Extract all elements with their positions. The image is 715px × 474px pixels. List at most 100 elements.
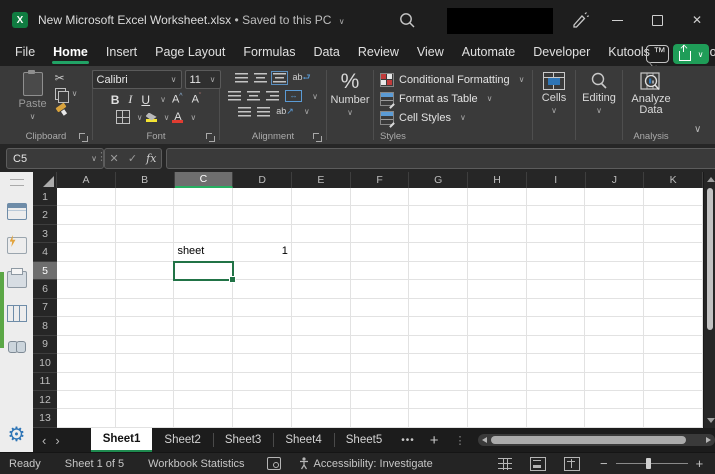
cell-a3[interactable] bbox=[57, 225, 116, 243]
cell-i9[interactable] bbox=[527, 336, 586, 354]
cell-b7[interactable] bbox=[116, 299, 175, 317]
horizontal-scrollbar[interactable] bbox=[478, 434, 715, 446]
cell-d3[interactable] bbox=[233, 225, 292, 243]
cell-f2[interactable] bbox=[351, 206, 410, 224]
cell-e7[interactable] bbox=[292, 299, 351, 317]
cell-j4[interactable] bbox=[585, 243, 644, 261]
cell-d12[interactable] bbox=[233, 391, 292, 409]
cell-i11[interactable] bbox=[527, 373, 586, 391]
scroll-down-icon[interactable] bbox=[707, 418, 715, 423]
zoom-in-icon[interactable]: + bbox=[696, 457, 704, 470]
cell-g1[interactable] bbox=[409, 188, 468, 206]
zoom-slider-handle[interactable] bbox=[646, 458, 651, 469]
bold-button[interactable]: B bbox=[108, 93, 123, 107]
alignment-dialog-launcher-icon[interactable] bbox=[313, 133, 322, 142]
minimize-button[interactable] bbox=[600, 0, 634, 40]
cell-c12[interactable] bbox=[174, 391, 233, 409]
increase-indent-icon[interactable] bbox=[257, 107, 270, 117]
cell-g10[interactable] bbox=[409, 354, 468, 372]
row-header-9[interactable]: 9 bbox=[33, 336, 57, 354]
zoom-slider[interactable] bbox=[616, 463, 688, 464]
grow-font-button[interactable]: A^ bbox=[169, 93, 186, 106]
row-header-13[interactable]: 13 bbox=[33, 409, 57, 427]
cell-a7[interactable] bbox=[57, 299, 116, 317]
document-title[interactable]: New Microsoft Excel Worksheet.xlsx • Sav… bbox=[38, 13, 345, 27]
sheet-tab-sheet4[interactable]: Sheet4 bbox=[273, 428, 333, 452]
formula-input[interactable] bbox=[166, 148, 715, 169]
font-color-chevron-icon[interactable]: ∨ bbox=[190, 113, 196, 122]
shrink-font-button[interactable]: Aˇ bbox=[189, 93, 205, 106]
font-dialog-launcher-icon[interactable] bbox=[206, 133, 215, 142]
cell-g3[interactable] bbox=[409, 225, 468, 243]
cell-j12[interactable] bbox=[585, 391, 644, 409]
maximize-button[interactable] bbox=[640, 0, 674, 40]
menu-tab-review[interactable]: Review bbox=[349, 41, 408, 65]
cell-g2[interactable] bbox=[409, 206, 468, 224]
orientation-chevron-icon[interactable]: ∨ bbox=[304, 107, 310, 116]
menu-tab-data[interactable]: Data bbox=[304, 41, 348, 65]
cell-c2[interactable] bbox=[174, 206, 233, 224]
tabbar-dots-icon[interactable]: ⋮ bbox=[447, 434, 474, 447]
cell-g9[interactable] bbox=[409, 336, 468, 354]
cell-d2[interactable] bbox=[233, 206, 292, 224]
cell-a8[interactable] bbox=[57, 317, 116, 335]
cell-k4[interactable] bbox=[644, 243, 703, 261]
cell-f9[interactable] bbox=[351, 336, 410, 354]
cell-e9[interactable] bbox=[292, 336, 351, 354]
share-button[interactable]: ∨ bbox=[673, 44, 709, 64]
cell-d11[interactable] bbox=[233, 373, 292, 391]
cell-i2[interactable] bbox=[527, 206, 586, 224]
number-group-button[interactable]: % Number ∨ bbox=[326, 70, 373, 119]
cell-d8[interactable] bbox=[233, 317, 292, 335]
cell-e11[interactable] bbox=[292, 373, 351, 391]
menu-tab-view[interactable]: View bbox=[408, 41, 453, 65]
cell-c5[interactable] bbox=[174, 262, 233, 280]
sheet-tab-sheet3[interactable]: Sheet3 bbox=[213, 428, 273, 452]
previous-sheet-icon[interactable]: ‹ bbox=[33, 433, 55, 448]
row-header-8[interactable]: 8 bbox=[33, 317, 57, 335]
cell-a1[interactable] bbox=[57, 188, 116, 206]
cell-j6[interactable] bbox=[585, 280, 644, 298]
cell-g8[interactable] bbox=[409, 317, 468, 335]
sheet-tab-sheet5[interactable]: Sheet5 bbox=[334, 428, 394, 452]
vertical-scrollbar[interactable] bbox=[703, 172, 715, 428]
vertical-scroll-thumb[interactable] bbox=[707, 188, 713, 330]
cell-a2[interactable] bbox=[57, 206, 116, 224]
cell-f8[interactable] bbox=[351, 317, 410, 335]
column-header-d[interactable]: D bbox=[233, 172, 292, 188]
normal-view-icon[interactable] bbox=[498, 458, 512, 470]
cell-i8[interactable] bbox=[527, 317, 586, 335]
cell-d7[interactable] bbox=[233, 299, 292, 317]
orientation-button[interactable]: ab↗ bbox=[276, 106, 294, 117]
cell-h13[interactable] bbox=[468, 409, 527, 427]
scroll-up-icon[interactable] bbox=[707, 177, 715, 182]
cell-i5[interactable] bbox=[527, 262, 586, 280]
cell-f3[interactable] bbox=[351, 225, 410, 243]
cell-c13[interactable] bbox=[174, 409, 233, 427]
column-header-h[interactable]: H bbox=[468, 172, 527, 188]
cell-a12[interactable] bbox=[57, 391, 116, 409]
row-header-4[interactable]: 4 bbox=[33, 243, 57, 261]
cell-d13[interactable] bbox=[233, 409, 292, 427]
conditional-formatting-button[interactable]: Conditional Formatting ∨ bbox=[380, 70, 525, 89]
row-header-2[interactable]: 2 bbox=[33, 206, 57, 224]
cell-f13[interactable] bbox=[351, 409, 410, 427]
cell-k7[interactable] bbox=[644, 299, 703, 317]
cell-a11[interactable] bbox=[57, 373, 116, 391]
cell-g13[interactable] bbox=[409, 409, 468, 427]
font-name-combo[interactable]: Calibri ∨ bbox=[92, 70, 182, 89]
cell-c4[interactable]: sheet bbox=[174, 243, 233, 261]
comments-icon[interactable] bbox=[646, 45, 669, 63]
column-header-b[interactable]: B bbox=[116, 172, 175, 188]
cell-d5[interactable] bbox=[233, 262, 292, 280]
column-header-k[interactable]: K bbox=[644, 172, 703, 188]
scroll-right-icon[interactable] bbox=[706, 437, 711, 443]
cell-i13[interactable] bbox=[527, 409, 586, 427]
cell-f1[interactable] bbox=[351, 188, 410, 206]
cell-e6[interactable] bbox=[292, 280, 351, 298]
decrease-indent-icon[interactable] bbox=[238, 107, 251, 117]
fill-color-button[interactable] bbox=[146, 113, 157, 122]
cell-k12[interactable] bbox=[644, 391, 703, 409]
cell-k2[interactable] bbox=[644, 206, 703, 224]
cell-i12[interactable] bbox=[527, 391, 586, 409]
